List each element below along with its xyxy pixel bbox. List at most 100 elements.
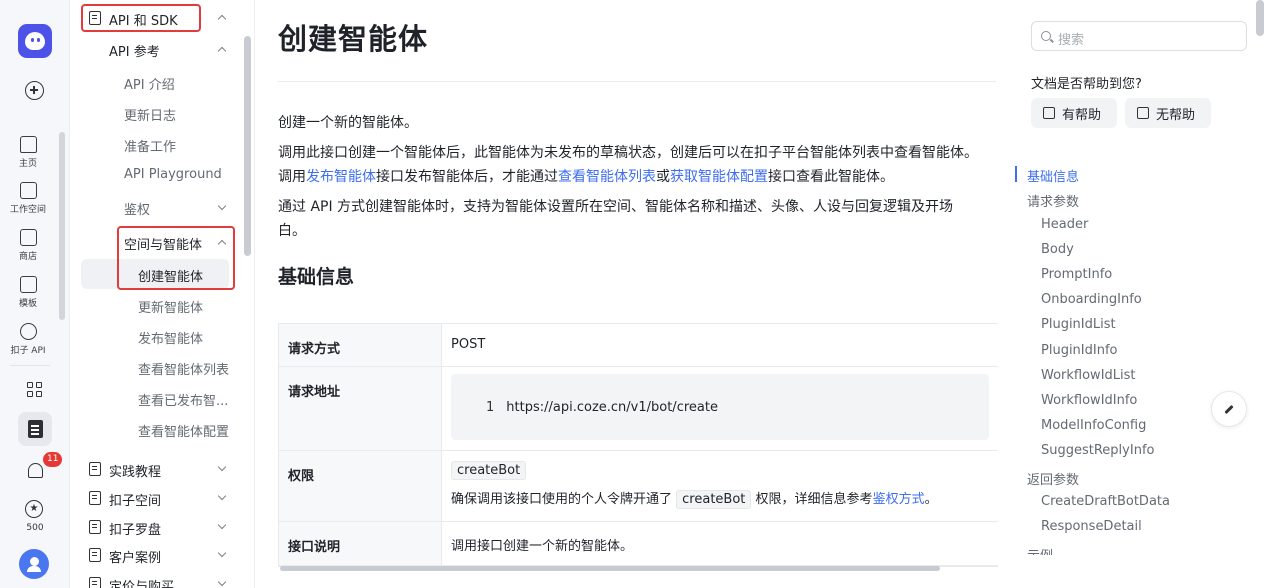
template-icon	[19, 276, 37, 293]
toc-item[interactable]: SuggestReplyInfo	[1041, 443, 1154, 458]
chevron-up-icon[interactable]	[217, 46, 227, 56]
nav-item-changelog[interactable]: 更新日志	[124, 105, 176, 124]
table-row: 请求方式 POST	[279, 324, 998, 367]
horizontal-scrollbar[interactable]	[280, 566, 940, 571]
section-heading-basic-info: 基础信息	[278, 266, 355, 288]
toc-item[interactable]: WorkflowIdInfo	[1041, 393, 1137, 408]
rail-scrollbar[interactable]	[59, 132, 65, 320]
rail-docs-button[interactable]	[18, 412, 52, 446]
toc-item[interactable]: 返回参数	[1027, 469, 1079, 488]
create-plus-icon[interactable]	[25, 81, 44, 100]
rail-item-api[interactable]: 扣子 API	[0, 323, 56, 356]
chevron-down-icon[interactable]	[217, 577, 227, 587]
chevron-down-icon[interactable]	[217, 491, 227, 501]
diamond-icon	[89, 577, 101, 588]
not-helpful-button[interactable]: 无帮助	[1125, 98, 1211, 128]
toc-item[interactable]: ModelInfoConfig	[1041, 418, 1146, 433]
link-auth-method[interactable]: 鉴权方式	[873, 492, 925, 507]
nav-item-published-bots[interactable]: 查看已发布智...	[138, 390, 228, 409]
table-key: 权限	[279, 451, 442, 521]
toc-item[interactable]: OnboardingInfo	[1041, 292, 1142, 307]
table-value: createBot 确保调用该接口使用的个人令牌开通了 createBot 权限…	[442, 451, 998, 522]
toc-active-indicator	[1015, 166, 1017, 182]
page-title: 创建智能体	[278, 22, 429, 56]
document-icon	[27, 420, 43, 438]
doc-icon	[89, 462, 101, 476]
chevron-down-icon[interactable]	[217, 201, 227, 211]
table-value: 调用接口创建一个新的智能体。	[451, 539, 634, 554]
edit-button[interactable]	[1211, 391, 1247, 427]
capabilities-paragraph: 通过 API 方式创建智能体时，支持为智能体设置所在空间、智能体名称和描述、头像…	[278, 199, 954, 239]
nav-subsection-api-ref[interactable]: API 参考	[109, 41, 160, 60]
nav-section-compass[interactable]: 扣子罗盘	[109, 519, 161, 538]
rail-item-template[interactable]: 模板	[0, 276, 56, 309]
link-get-bot-config[interactable]: 获取智能体配置	[670, 169, 768, 185]
credits-star-icon[interactable]: ★	[25, 500, 43, 518]
rail-divider	[10, 365, 50, 366]
request-url: https://api.coze.cn/v1/bot/create	[506, 399, 718, 415]
table-key: 接口说明	[279, 522, 442, 565]
chevron-down-icon[interactable]	[217, 462, 227, 472]
coze-logo-icon[interactable]	[18, 24, 52, 58]
credits-count: 500	[26, 523, 44, 533]
edit-pen-icon	[1224, 404, 1234, 414]
nav-item-list-bots[interactable]: 查看智能体列表	[138, 359, 229, 378]
rail-item-home[interactable]: 主页	[0, 136, 56, 169]
rail-item-store[interactable]: 商店	[0, 229, 56, 262]
home-icon	[19, 136, 37, 153]
nav-section-tutorials[interactable]: 实践教程	[109, 461, 161, 480]
doc-navigation: API 和 SDK API 参考 API 介绍 更新日志 准备工作 API Pl…	[71, 0, 255, 588]
store-icon	[19, 229, 37, 246]
doc-icon	[89, 520, 101, 534]
description-paragraph: 调用此接口创建一个智能体后，此智能体为未发布的草稿状态，创建后可以在扣子平台智能…	[278, 145, 978, 185]
toc-item[interactable]: CreateDraftBotData	[1041, 494, 1170, 509]
toc-item[interactable]: 基础信息	[1027, 166, 1079, 185]
page-scrollbar[interactable]	[1256, 0, 1264, 36]
permission-code: createBot	[451, 461, 527, 480]
nav-scrollbar[interactable]	[244, 36, 251, 256]
nav-item-playground[interactable]: API Playground	[124, 167, 222, 182]
nav-item-preparation[interactable]: 准备工作	[124, 136, 176, 155]
nav-section-space[interactable]: 扣子空间	[109, 490, 161, 509]
toc-item[interactable]: WorkflowIdList	[1041, 368, 1136, 383]
rail-item-workspace[interactable]: 工作空间	[0, 182, 56, 215]
right-panel: 搜索 文档是否帮助到您? 有帮助 无帮助 基础信息 请求参数 Header Bo…	[1006, 0, 1264, 588]
toc-item[interactable]: 请求参数	[1027, 191, 1079, 210]
toc-item[interactable]: PluginIdInfo	[1041, 343, 1117, 358]
table-key: 请求地址	[279, 367, 442, 450]
nav-item-auth[interactable]: 鉴权	[124, 199, 150, 218]
helpful-button[interactable]: 有帮助	[1031, 98, 1117, 128]
apps-grid-icon	[27, 382, 43, 398]
rail-apps-button[interactable]	[18, 373, 52, 407]
toc-item[interactable]: Header	[1041, 217, 1088, 232]
table-key: 请求方式	[279, 324, 442, 366]
notification-badge: 11	[43, 452, 63, 467]
toc-item[interactable]: Body	[1041, 242, 1074, 257]
nav-item-publish-bot[interactable]: 发布智能体	[138, 328, 203, 347]
user-avatar[interactable]	[19, 549, 49, 579]
nav-section-cases[interactable]: 客户案例	[109, 547, 161, 566]
toc-item[interactable]: PluginIdList	[1041, 317, 1116, 332]
left-rail: 主页 工作空间 商店 模板 扣子 API 11 ★ 500	[0, 0, 70, 588]
table-value: POST	[451, 337, 486, 352]
chevron-down-icon[interactable]	[217, 548, 227, 558]
table-value: 1 https://api.coze.cn/v1/bot/create	[442, 367, 998, 453]
search-input[interactable]: 搜索	[1031, 21, 1247, 51]
toc-item[interactable]: 示例	[1027, 545, 1053, 555]
bell-icon	[27, 462, 43, 478]
doc-icon	[89, 491, 101, 505]
chevron-down-icon[interactable]	[217, 520, 227, 530]
nav-item-bot-config[interactable]: 查看智能体配置	[138, 421, 229, 440]
link-list-bots[interactable]: 查看智能体列表	[558, 169, 656, 185]
nav-item-update-bot[interactable]: 更新智能体	[138, 297, 203, 316]
code-block[interactable]: 1 https://api.coze.cn/v1/bot/create	[451, 374, 989, 440]
toc-item[interactable]: PromptInfo	[1041, 267, 1112, 282]
nav-item-api-intro[interactable]: API 介绍	[124, 74, 175, 93]
nav-section-pricing[interactable]: 定价与购买	[109, 576, 174, 588]
table-row: 请求地址 1 https://api.coze.cn/v1/bot/create	[279, 367, 998, 451]
title-divider	[278, 81, 996, 82]
link-publish-bot[interactable]: 发布智能体	[306, 169, 376, 185]
highlight-box-create-bot	[117, 226, 235, 290]
toc-item[interactable]: ResponseDetail	[1041, 519, 1142, 534]
chevron-up-icon[interactable]	[217, 14, 227, 24]
